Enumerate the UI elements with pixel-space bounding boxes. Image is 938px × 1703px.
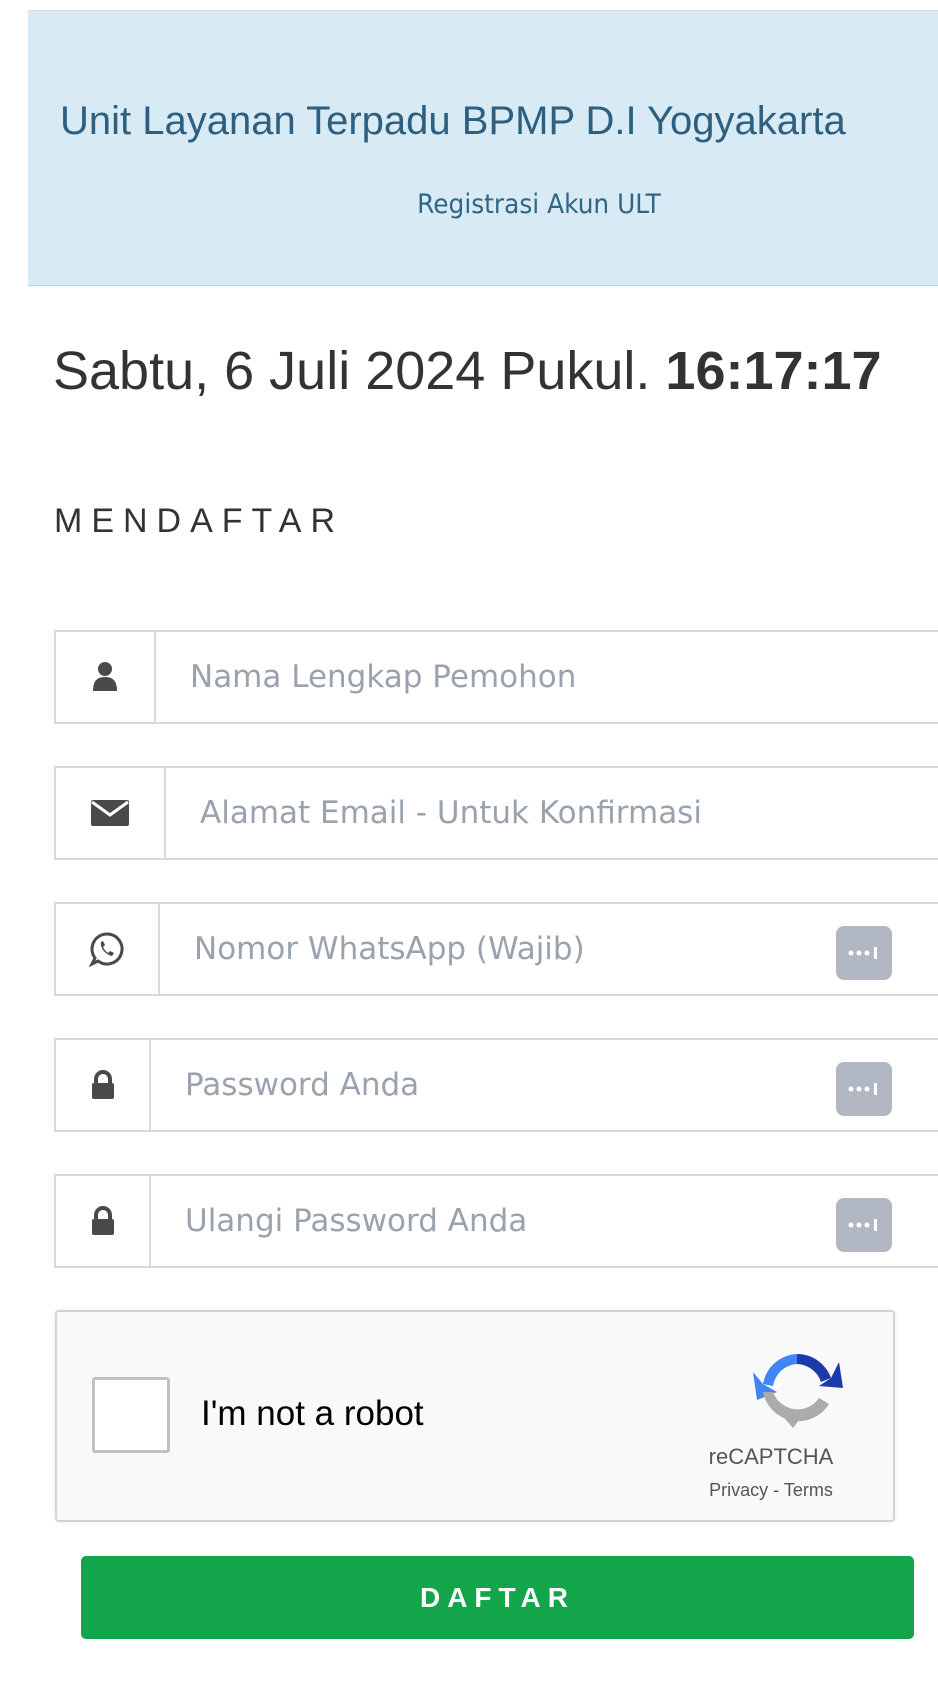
password-dots-icon	[848, 1219, 877, 1231]
page-subtitle: Registrasi Akun ULT	[417, 189, 661, 220]
page-title: Unit Layanan Terpadu BPMP D.I Yogyakarta	[60, 99, 846, 143]
whatsapp-input[interactable]	[160, 904, 938, 994]
email-field-group	[54, 766, 938, 860]
register-submit-button[interactable]: DAFTAR	[81, 1556, 914, 1639]
password-dots-icon	[848, 1083, 877, 1095]
lock-icon	[91, 1206, 114, 1235]
recaptcha-privacy-terms-links[interactable]: Privacy - Terms	[671, 1480, 871, 1501]
confirm-password-input[interactable]	[151, 1176, 938, 1266]
password-dots-icon	[848, 947, 877, 959]
envelope-icon	[91, 800, 129, 826]
password-input[interactable]	[151, 1040, 938, 1130]
recaptcha-brand: reCAPTCHA	[708, 1444, 834, 1469]
password-manager-key-button[interactable]	[836, 926, 892, 980]
recaptcha-logo-icon	[753, 1354, 843, 1428]
whatsapp-field-group	[54, 902, 938, 996]
lock-icon	[91, 1070, 114, 1099]
password-manager-key-button[interactable]	[836, 1198, 892, 1252]
confirm-password-field-group	[54, 1174, 938, 1268]
email-input[interactable]	[166, 768, 938, 858]
recaptcha-label: I'm not a robot	[201, 1394, 424, 1433]
password-field-group	[54, 1038, 938, 1132]
date-text: Sabtu, 6 Juli 2024 Pukul.	[53, 341, 651, 401]
email-addon	[56, 768, 166, 858]
recaptcha-widget: I'm not a robot reCAPTCHA Privacy - Term…	[55, 1310, 895, 1522]
time-text: 16:17:17	[665, 341, 882, 401]
name-field-group	[54, 630, 938, 724]
user-icon	[93, 662, 117, 691]
full-name-input[interactable]	[156, 632, 938, 722]
whatsapp-icon	[89, 932, 124, 967]
form-section-title: MENDAFTAR	[54, 502, 345, 540]
recaptcha-checkbox[interactable]	[92, 1377, 170, 1453]
header-banner: Unit Layanan Terpadu BPMP D.I Yogyakarta…	[28, 10, 938, 286]
password-manager-key-button[interactable]	[836, 1062, 892, 1116]
whatsapp-addon	[56, 904, 160, 994]
registration-page: Unit Layanan Terpadu BPMP D.I Yogyakarta…	[0, 0, 938, 1703]
confirm-password-addon	[56, 1176, 151, 1266]
password-addon	[56, 1040, 151, 1130]
name-addon	[56, 632, 156, 722]
datetime-display: Sabtu, 6 Juli 2024 Pukul. 16:17:17	[53, 340, 882, 402]
